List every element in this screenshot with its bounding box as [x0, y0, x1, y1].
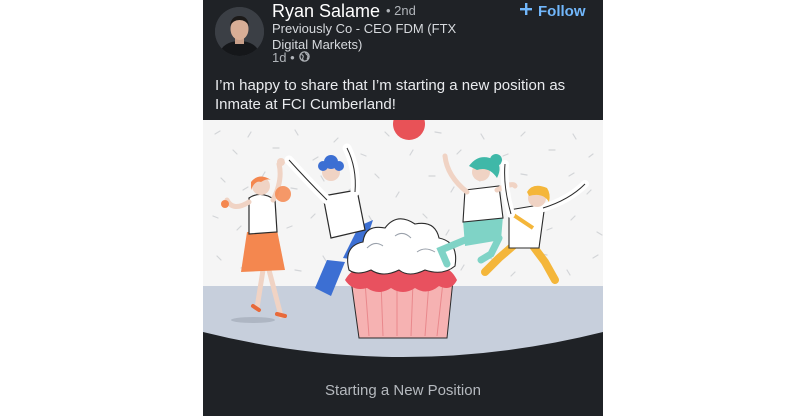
author-headline: Previously Co - CEO FDM (FTX Digital Mar… [272, 21, 457, 52]
celebration-illustration [203, 120, 603, 360]
post-time: 1d • [272, 50, 295, 65]
image-caption: Starting a New Position [325, 382, 481, 399]
author-name[interactable]: Ryan Salame [272, 1, 380, 22]
plus-icon [519, 2, 533, 20]
post-image[interactable] [203, 120, 603, 360]
follow-label: Follow [538, 2, 586, 20]
avatar-photo-icon [215, 7, 264, 56]
author-avatar[interactable] [215, 7, 264, 56]
linkedin-post-card: Ryan Salame • 2nd Previously Co - CEO FD… [203, 0, 603, 416]
connection-degree: • 2nd [386, 3, 416, 18]
post-meta: 1d • [272, 50, 310, 65]
post-body-text: I’m happy to share that I’m starting a n… [215, 77, 566, 113]
globe-icon [298, 50, 310, 65]
follow-button[interactable]: Follow [519, 2, 586, 20]
